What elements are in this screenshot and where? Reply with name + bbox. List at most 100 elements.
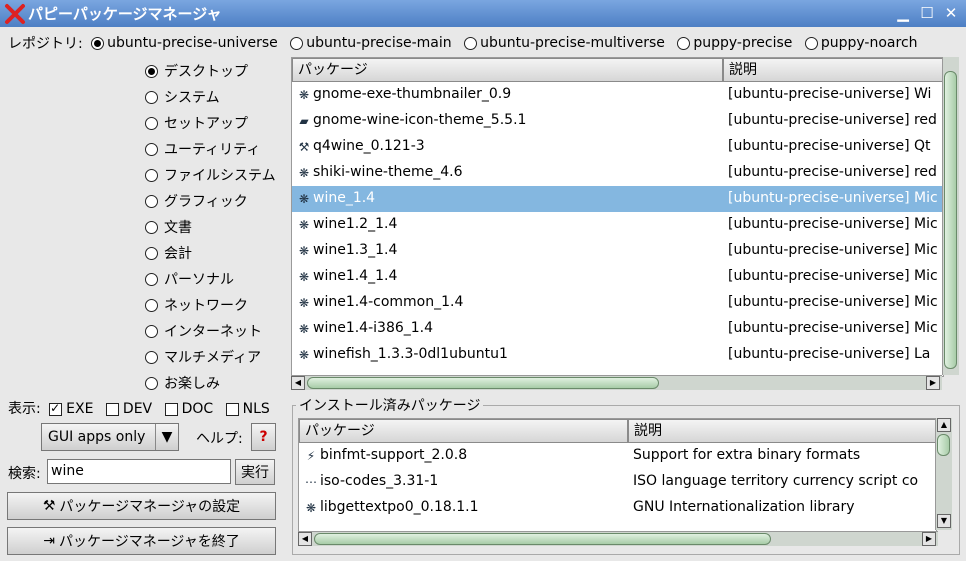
package-name: wine1.4-i386_1.4	[313, 320, 434, 336]
category-fun[interactable]: お楽しみ	[145, 370, 276, 396]
checkbox-icon	[225, 402, 239, 416]
maximize-icon[interactable]: ☐	[918, 4, 936, 22]
chevron-down-icon: ▼	[155, 424, 178, 450]
package-description: [ubuntu-precise-universe] red	[728, 112, 937, 128]
col-header-description[interactable]: 説明	[628, 419, 936, 443]
scroll-up-icon[interactable]: ▲	[937, 418, 951, 432]
radio-icon	[145, 90, 158, 104]
window-title: パピーパッケージマネージャ	[28, 5, 222, 23]
radio-icon	[145, 298, 158, 312]
installed-list-vscroll[interactable]: ▲ ▼	[935, 418, 952, 530]
category-internet[interactable]: インターネット	[145, 318, 276, 344]
table-row[interactable]: ⚒ q4wine_0.121-3 [ubuntu-precise-universe]…	[292, 134, 943, 160]
scroll-right-icon[interactable]: ▶	[922, 532, 936, 546]
filter-combo[interactable]: GUI apps only ▼	[41, 423, 179, 451]
search-input[interactable]: wine	[47, 459, 231, 484]
app-icon: ❋	[298, 166, 310, 180]
table-row[interactable]: ❋ wine1.4_1.4 [ubuntu-precise-universe] Mi…	[292, 264, 943, 290]
table-row[interactable]: ⚡ binfmt-support_2.0.8 Support for extra b…	[299, 443, 936, 469]
installed-frame-label: インストール済みパッケージ	[296, 395, 484, 415]
category-utility[interactable]: ユーティリティ	[145, 136, 276, 162]
show-exe[interactable]: EXE	[49, 401, 93, 417]
package-description: [ubuntu-precise-universe] Mic	[728, 190, 938, 206]
table-row[interactable]: ❋ wine1.3_1.4 [ubuntu-precise-universe] Mi…	[292, 238, 943, 264]
package-name: gnome-wine-icon-theme_5.5.1	[313, 112, 527, 128]
app-icon: ❋	[298, 270, 310, 284]
checkbox-icon	[105, 402, 119, 416]
scroll-right-icon[interactable]: ▶	[926, 376, 940, 390]
app-icon: ❋	[298, 218, 310, 232]
package-list[interactable]: パッケージ 説明 ❋ gnome-exe-thumbnailer_0.9 [ubun…	[291, 57, 944, 377]
package-list-vscroll[interactable]	[942, 57, 959, 375]
app-icon: ❋	[305, 501, 317, 515]
checkbox-icon	[164, 402, 178, 416]
category-personal[interactable]: パーソナル	[145, 266, 276, 292]
col-header-package[interactable]: パッケージ	[299, 419, 628, 443]
table-row[interactable]: ❋ libgettextpo0_0.18.1.1 GNU International…	[299, 495, 936, 521]
package-name: wine_1.4	[313, 190, 376, 206]
col-header-description[interactable]: 説明	[723, 58, 943, 82]
dots-icon: ⋯	[305, 475, 317, 489]
repo-option-1[interactable]: ubuntu-precise-main	[290, 35, 452, 51]
repo-option-3[interactable]: puppy-precise	[677, 35, 792, 51]
package-name: binfmt-support_2.0.8	[320, 447, 468, 463]
scroll-thumb[interactable]	[307, 377, 659, 389]
tools-icon: ⚒	[42, 498, 56, 514]
table-row[interactable]: ▰ gnome-wine-icon-theme_5.5.1 [ubuntu-prec…	[292, 108, 943, 134]
table-row[interactable]: ❋ wine1.2_1.4 [ubuntu-precise-universe] Mi…	[292, 212, 943, 238]
category-business[interactable]: 会計	[145, 240, 276, 266]
package-name: wine1.4-common_1.4	[313, 294, 464, 310]
scroll-left-icon[interactable]: ◀	[298, 532, 312, 546]
settings-button[interactable]: ⚒ パッケージマネージャの設定	[7, 492, 276, 520]
installed-list[interactable]: パッケージ 説明 ⚡ binfmt-support_2.0.8 Support fo…	[298, 418, 937, 532]
category-filesystem[interactable]: ファイルシステム	[145, 162, 276, 188]
radio-icon	[145, 376, 158, 390]
table-row[interactable]: ❋ gnome-exe-thumbnailer_0.9 [ubuntu-precis…	[292, 82, 943, 108]
category-network[interactable]: ネットワーク	[145, 292, 276, 318]
package-name: q4wine_0.121-3	[313, 138, 425, 154]
repo-option-4[interactable]: puppy-noarch	[804, 35, 918, 51]
close-icon[interactable]: ✕	[942, 4, 960, 22]
category-desktop[interactable]: デスクトップ	[145, 58, 276, 84]
radio-icon	[145, 272, 158, 286]
search-button[interactable]: 実行	[235, 459, 275, 485]
table-row[interactable]: ❋ wine1.4-i386_1.4 [ubuntu-precise-univers…	[292, 316, 943, 342]
category-document[interactable]: 文書	[145, 214, 276, 240]
table-row[interactable]: ❋ wine_1.4 [ubuntu-precise-universe] Mic	[292, 186, 943, 212]
quit-button[interactable]: ⇥ パッケージマネージャを終了	[7, 527, 276, 555]
radio-icon	[464, 36, 478, 50]
installed-list-hscroll[interactable]: ◀ ▶	[298, 531, 938, 546]
table-row[interactable]: ❋ shiki-wine-theme_4.6 [ubuntu-precise-uni…	[292, 160, 943, 186]
radio-icon	[145, 324, 158, 338]
scroll-left-icon[interactable]: ◀	[291, 376, 305, 390]
package-name: iso-codes_3.31-1	[320, 473, 439, 489]
scroll-thumb[interactable]	[944, 71, 957, 369]
category-setup[interactable]: セットアップ	[145, 110, 276, 136]
app-icon: ❋	[298, 244, 310, 258]
package-list-hscroll[interactable]: ◀ ▶	[291, 375, 942, 390]
help-button[interactable]: ?	[251, 423, 276, 451]
category-multimedia[interactable]: マルチメディア	[145, 344, 276, 370]
category-graphic[interactable]: グラフィック	[145, 188, 276, 214]
minimize-icon[interactable]: ▁	[894, 4, 912, 22]
show-dev[interactable]: DEV	[105, 401, 152, 417]
show-doc[interactable]: DOC	[164, 401, 213, 417]
title-bar[interactable]: パピーパッケージマネージャ ▁ ☐ ✕	[0, 0, 966, 27]
radio-icon	[145, 194, 158, 208]
table-row[interactable]: ⋯ iso-codes_3.31-1 ISO language territory …	[299, 469, 936, 495]
repo-label: レポジトリ:	[8, 36, 83, 52]
scroll-down-icon[interactable]: ▼	[937, 514, 951, 528]
category-system[interactable]: システム	[145, 84, 276, 110]
radio-icon	[145, 168, 158, 182]
scroll-thumb[interactable]	[937, 434, 950, 456]
repo-option-2[interactable]: ubuntu-precise-multiverse	[464, 35, 665, 51]
col-header-package[interactable]: パッケージ	[292, 58, 723, 82]
package-description: ISO language territory currency script c…	[633, 473, 919, 489]
show-nls[interactable]: NLS	[225, 401, 270, 417]
repo-option-0[interactable]: ubuntu-precise-universe	[91, 35, 278, 51]
scroll-thumb[interactable]	[314, 533, 771, 545]
table-row[interactable]: ❋ wine1.4-common_1.4 [ubuntu-precise-unive…	[292, 290, 943, 316]
radio-icon	[145, 142, 158, 156]
radio-icon	[145, 116, 158, 130]
table-row[interactable]: ❋ winefish_1.3.3-0dl1ubuntu1 [ubuntu-preci…	[292, 342, 943, 368]
